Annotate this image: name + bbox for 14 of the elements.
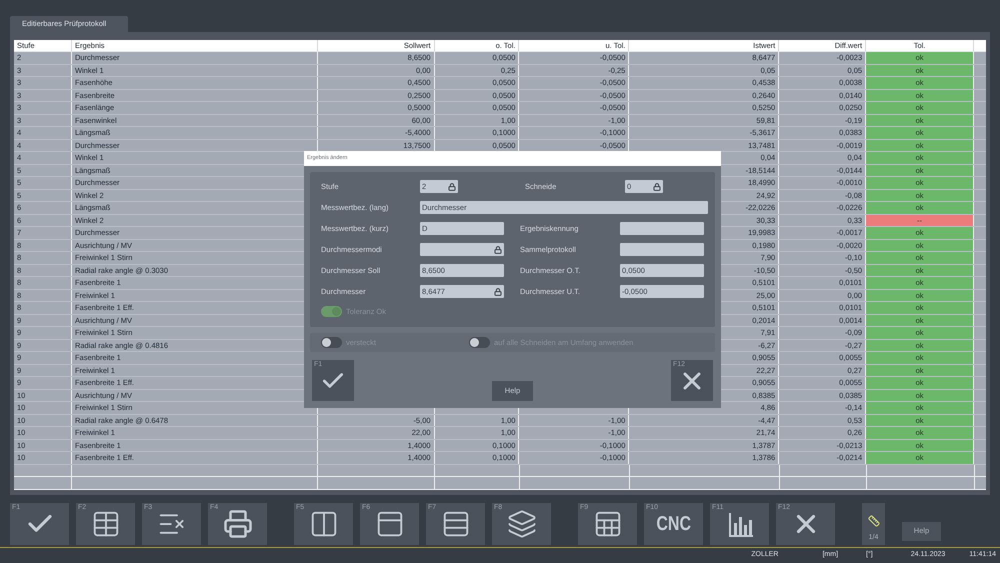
cnc-label: CNC xyxy=(656,512,691,537)
toggle-switch[interactable] xyxy=(321,337,342,348)
printer-icon xyxy=(222,509,252,539)
lock-icon xyxy=(448,182,456,190)
input-field[interactable] xyxy=(420,243,504,256)
toggle-switch[interactable] xyxy=(469,337,490,348)
lock-icon xyxy=(494,246,502,254)
lock-icon xyxy=(653,182,661,190)
lock-icon xyxy=(494,288,502,296)
layers-icon xyxy=(506,509,536,539)
input-field[interactable] xyxy=(620,222,704,235)
ruler-icon xyxy=(868,514,880,526)
toggle-switch[interactable] xyxy=(321,306,342,318)
input-field[interactable] xyxy=(620,243,704,256)
